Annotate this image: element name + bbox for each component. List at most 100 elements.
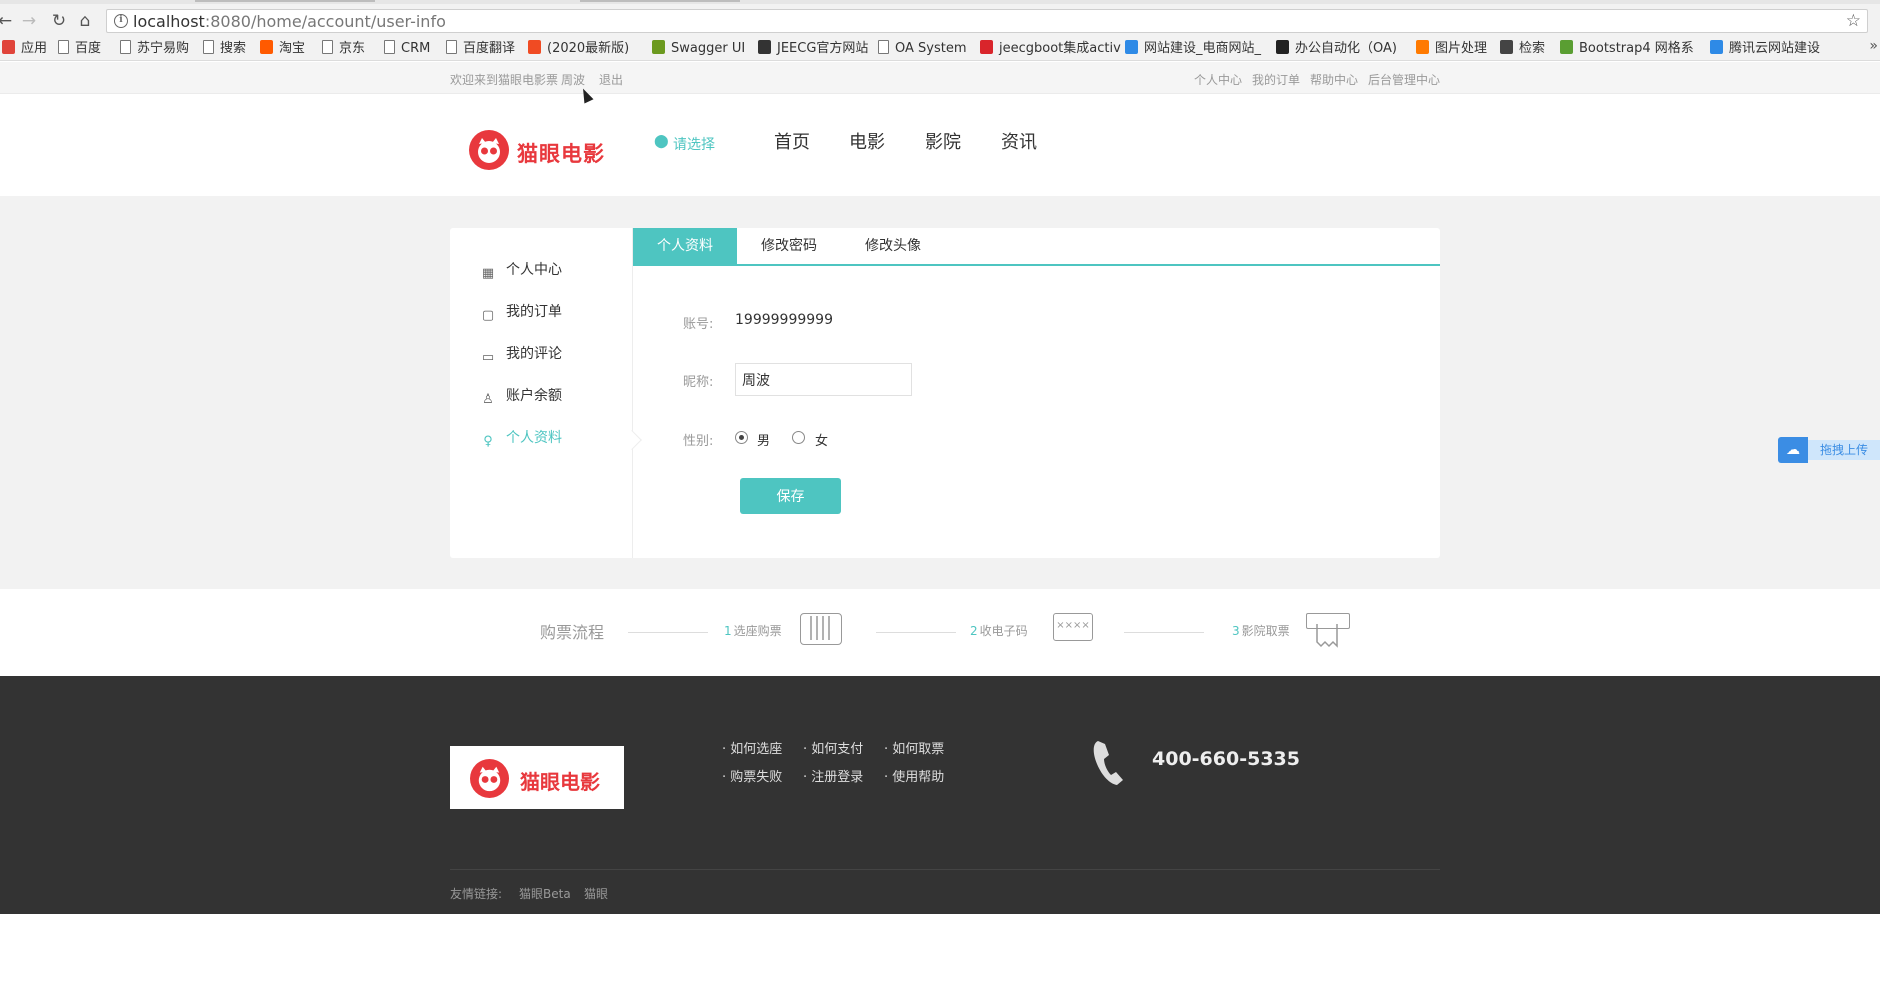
account-sidebar: ▦ 个人中心 ▢ 我的订单 ▭ 我的评论 ♙ 账户余额 ♀ 个人资料	[450, 228, 633, 558]
favicon-icon	[1710, 40, 1723, 54]
topbar-link-my-orders[interactable]: 我的订单	[1252, 71, 1300, 88]
bookmark-item[interactable]: 苏宁易购	[120, 38, 189, 60]
topbar-link-help[interactable]: 帮助中心	[1310, 71, 1358, 88]
sidebar-item-balance[interactable]: ♙ 账户余额	[480, 385, 562, 407]
help-link-help[interactable]: · 使用帮助	[884, 766, 944, 785]
friend-link-beta[interactable]: 猫眼Beta	[519, 885, 571, 902]
topbar-link-user-center[interactable]: 个人中心	[1194, 71, 1242, 88]
grid-icon: ▦	[481, 266, 495, 281]
logo-text[interactable]: 猫眼电影	[517, 138, 605, 168]
city-select[interactable]: 请选择	[673, 134, 715, 154]
bag-icon: ▢	[481, 308, 495, 323]
bookmark-item[interactable]: 百度翻译	[446, 38, 515, 60]
bookmark-item[interactable]: 京东	[322, 38, 365, 60]
seat-icon	[800, 613, 842, 645]
page-icon	[322, 40, 333, 54]
sidebar-item-profile[interactable]: ♀ 个人资料	[480, 427, 562, 449]
favicon-icon	[1125, 40, 1138, 54]
bookmark-item[interactable]: OA System	[878, 38, 967, 60]
favicon-icon	[528, 40, 541, 54]
info-icon[interactable]: i	[114, 14, 128, 28]
process-step-3: 3 影院取票	[1232, 624, 1290, 638]
friend-link-maoyan[interactable]: 猫眼	[584, 885, 608, 902]
nav-movies[interactable]: 电影	[849, 128, 885, 154]
help-link-login[interactable]: · 注册登录	[803, 766, 863, 785]
bookmark-item[interactable]: Swagger UI	[652, 38, 745, 60]
nickname-label: 昵称:	[683, 375, 714, 390]
sidebar-item-my-orders[interactable]: ▢ 我的订单	[480, 301, 562, 323]
bookmark-item[interactable]: 搜索	[203, 38, 246, 60]
nickname-input[interactable]	[735, 363, 912, 396]
bookmark-item[interactable]: 应用	[2, 38, 47, 60]
save-button[interactable]: 保存	[740, 478, 841, 514]
gender-male-radio[interactable]	[735, 431, 748, 444]
nav-cinemas[interactable]: 影院	[925, 128, 961, 154]
bookmark-item[interactable]: 腾讯云网站建设	[1710, 38, 1820, 60]
cat-logo-icon[interactable]	[469, 130, 509, 170]
bookmark-item[interactable]: 网站建设_电商网站_	[1125, 38, 1261, 60]
profile-tabs: 个人资料 修改密码 修改头像	[633, 228, 1440, 266]
bookmark-item[interactable]: 图片处理	[1416, 38, 1487, 60]
account-label: 账号:	[683, 317, 714, 332]
process-step-2: 2 收电子码	[970, 624, 1028, 638]
gender-female-radio[interactable]	[792, 431, 805, 444]
drag-upload-widget[interactable]: ☁ 拖拽上传	[1778, 437, 1880, 463]
location-pin-icon[interactable]: ⬤	[654, 134, 669, 149]
phone-icon	[1090, 738, 1130, 788]
topbar-link-admin[interactable]: 后台管理中心	[1368, 71, 1440, 88]
reload-icon[interactable]: ↻	[48, 10, 70, 32]
bookmark-item[interactable]: 办公自动化（OA)	[1276, 38, 1397, 60]
sidebar-item-my-comments[interactable]: ▭ 我的评论	[480, 343, 562, 365]
username-link[interactable]: 周波	[561, 71, 585, 88]
bookmark-item[interactable]: jeecgboot集成activ	[980, 38, 1121, 60]
bookmarks-more-icon[interactable]: »	[1869, 38, 1878, 54]
home-icon[interactable]: ⌂	[74, 10, 96, 32]
bookmark-item[interactable]: Bootstrap4 网格系	[1560, 38, 1694, 60]
bookmark-item[interactable]: JEECG官方网站	[758, 38, 868, 60]
bookmark-item[interactable]: CRM	[384, 38, 430, 60]
bookmark-item[interactable]: (2020最新版)	[528, 38, 629, 60]
page-icon	[878, 40, 889, 54]
url-text[interactable]: localhost:8080/home/account/user-info	[133, 12, 446, 31]
nav-home[interactable]: 首页	[774, 128, 810, 154]
favicon-icon	[1416, 40, 1429, 54]
tab-strip	[0, 0, 1880, 4]
gender-male-label[interactable]: 男	[757, 430, 770, 449]
help-link-pay[interactable]: · 如何支付	[803, 738, 863, 757]
logout-link[interactable]: 退出	[599, 71, 623, 88]
gender-female-label[interactable]: 女	[815, 430, 828, 449]
help-link-seat[interactable]: · 如何选座	[722, 738, 782, 757]
favicon-icon	[652, 40, 665, 54]
bookmark-item[interactable]: 百度	[58, 38, 101, 60]
process-divider	[876, 632, 956, 633]
browser-tab-edge[interactable]	[195, 0, 375, 2]
browser-chrome: ← → ↻ ⌂ i localhost:8080/home/account/us…	[0, 0, 1880, 61]
star-icon[interactable]: ☆	[1846, 11, 1861, 31]
nav-news[interactable]: 资讯	[1001, 128, 1037, 154]
page-icon	[446, 40, 457, 54]
bookmarks-bar: 应用 百度 苏宁易购 搜索 淘宝 京东 CRM 百度翻译 (2020最新版) Swagger UI…	[0, 38, 1880, 60]
forward-icon[interactable]: →	[18, 10, 40, 32]
drag-upload-label[interactable]: 拖拽上传	[1808, 440, 1880, 460]
help-link-pickup[interactable]: · 如何取票	[884, 738, 944, 757]
cloud-upload-icon[interactable]: ☁	[1778, 437, 1808, 463]
favicon-icon	[1276, 40, 1289, 54]
footer-logo-text: 猫眼电影	[520, 770, 600, 794]
favicon-icon	[260, 40, 273, 54]
page-icon	[203, 40, 214, 54]
tab-change-password[interactable]: 修改密码	[737, 228, 841, 264]
browser-tab-edge[interactable]	[580, 0, 740, 2]
bookmark-item[interactable]: 淘宝	[260, 38, 305, 60]
account-value: 19999999999	[735, 312, 833, 328]
sidebar-item-user-center[interactable]: ▦ 个人中心	[480, 259, 562, 281]
tab-change-avatar[interactable]: 修改头像	[841, 228, 945, 264]
footer-logo[interactable]: 猫眼电影	[450, 746, 624, 809]
user-icon: ♀	[483, 434, 493, 449]
favicon-icon	[1500, 40, 1513, 54]
address-bar[interactable]: i localhost:8080/home/account/user-info …	[106, 9, 1868, 33]
bookmark-item[interactable]: 检索	[1500, 38, 1545, 60]
site-header: 猫眼电影 ⬤ 请选择 首页 电影 影院 资讯	[0, 94, 1880, 196]
help-link-fail[interactable]: · 购票失败	[722, 766, 782, 785]
back-icon[interactable]: ←	[0, 10, 16, 32]
tab-profile[interactable]: 个人资料	[633, 228, 737, 264]
